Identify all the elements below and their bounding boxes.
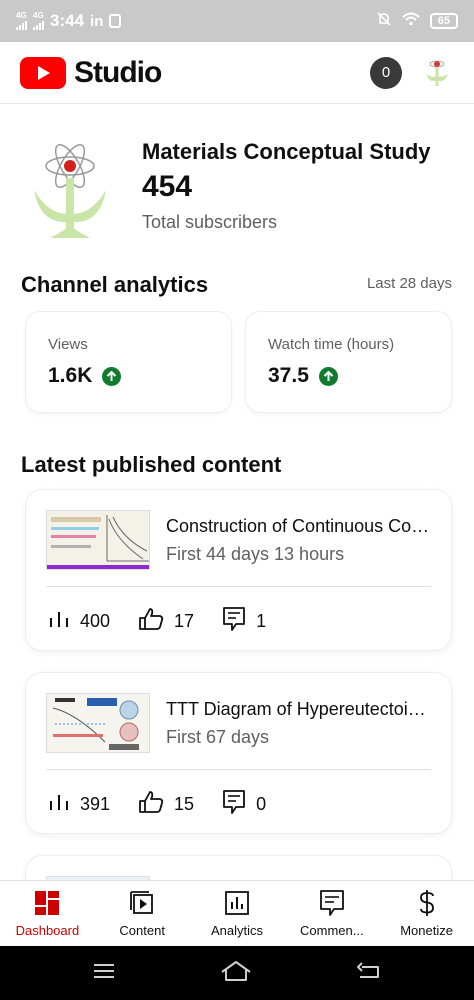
signal-icon-2: 4G [33,12,44,30]
nav-analytics[interactable]: Analytics [190,881,285,946]
home-icon[interactable] [220,960,252,987]
watch-time-card[interactable]: Watch time (hours) 37.5 [246,312,451,412]
content-icon [129,889,155,917]
views-count: 391 [80,794,111,814]
system-navigation-bar [0,946,474,1000]
trend-up-icon [102,366,122,386]
video-card[interactable]: TTT Diagram of Hypereutectoid Steel Firs… [26,673,451,833]
views-value: 1.6K [48,364,93,387]
views-bars-icon [48,610,70,633]
notifications-button[interactable]: 0 [370,56,402,89]
menu-icon[interactable] [92,962,116,985]
dashboard-icon [34,889,60,917]
channel-avatar[interactable] [30,134,110,244]
likes-stat: 17 [138,607,194,636]
metric-label: Views [48,336,88,353]
nav-label: Content [119,923,165,938]
analytics-icon [224,889,250,917]
divider [46,586,431,587]
nav-dashboard[interactable]: Dashboard [0,881,95,946]
channel-name: Materials Conceptual Study [142,139,431,164]
network-type-2: 4G [33,11,44,20]
dollar-icon [417,889,437,917]
video-stats: 391 15 0 [48,789,294,820]
video-title: Construction of Continuous Cooling Trans… [166,516,434,536]
metric-value: 1.6K [48,364,122,388]
comment-icon [222,606,246,637]
subscriber-label: Total subscribers [142,212,278,232]
comments-stat: 0 [222,789,266,820]
youtube-studio-logo[interactable]: Studio [20,55,162,90]
views-bars-icon [48,793,70,816]
comments-stat: 1 [222,606,266,637]
latest-content-title: Latest published content [21,452,282,477]
linkedin-notification: in [90,12,104,30]
channel-header: Materials Conceptual Study 454 Total sub… [0,124,474,254]
battery-indicator: 65 [429,13,458,29]
youtube-play-icon [20,56,66,89]
nav-label: Monetize [400,923,453,938]
notification-icon [109,14,122,28]
clock: 3:44 [50,11,85,30]
nav-label: Commen... [300,923,364,938]
back-icon[interactable] [356,961,382,986]
network-type-1: 4G [16,11,27,20]
views-count: 400 [80,611,111,631]
analytics-title: Channel analytics [21,272,209,297]
watch-time-value: 37.5 [268,364,309,387]
likes-count: 17 [174,611,195,631]
video-title: TTT Diagram of Hypereutectoid Steel [166,699,434,719]
metric-label: Watch time (hours) [268,336,395,353]
metric-value: 37.5 [268,364,338,388]
likes-count: 15 [174,794,195,814]
comments-count: 1 [256,611,267,631]
nav-label: Dashboard [15,923,80,938]
bottom-navigation: Dashboard Content Analytics Commen... Mo… [0,880,474,946]
nav-monetize[interactable]: Monetize [379,881,474,946]
video-age: First 44 days 13 hours [166,544,345,564]
nav-content[interactable]: Content [95,881,190,946]
video-age: First 67 days [166,727,270,747]
wifi-icon [402,12,420,30]
video-thumbnail [46,693,150,753]
views-card[interactable]: Views 1.6K [26,312,231,412]
account-avatar[interactable] [420,56,454,90]
views-stat: 400 [48,610,110,633]
views-stat: 391 [48,793,110,816]
thumbs-up-icon [138,607,164,636]
brand-name: Studio [74,55,162,89]
comments-icon [319,889,345,917]
nav-comments[interactable]: Commen... [284,881,379,946]
subscriber-count: 454 [142,170,193,203]
video-thumbnail [46,510,150,570]
nav-label: Analytics [210,923,263,938]
comments-count: 0 [256,794,267,814]
signal-icon: 4G [16,12,27,30]
divider [46,769,431,770]
video-card[interactable]: Construction of Continuous Cooling Trans… [26,490,451,650]
comment-icon [222,789,246,820]
video-stats: 400 17 1 [48,606,294,637]
trend-up-icon [318,366,338,386]
analytics-period: Last 28 days [366,275,452,292]
likes-stat: 15 [138,790,194,819]
app-bar: Studio 0 [0,42,474,104]
thumbs-up-icon [138,790,164,819]
mute-icon [376,11,392,31]
status-bar: 4G 4G 3:44 in 65 [0,0,474,42]
